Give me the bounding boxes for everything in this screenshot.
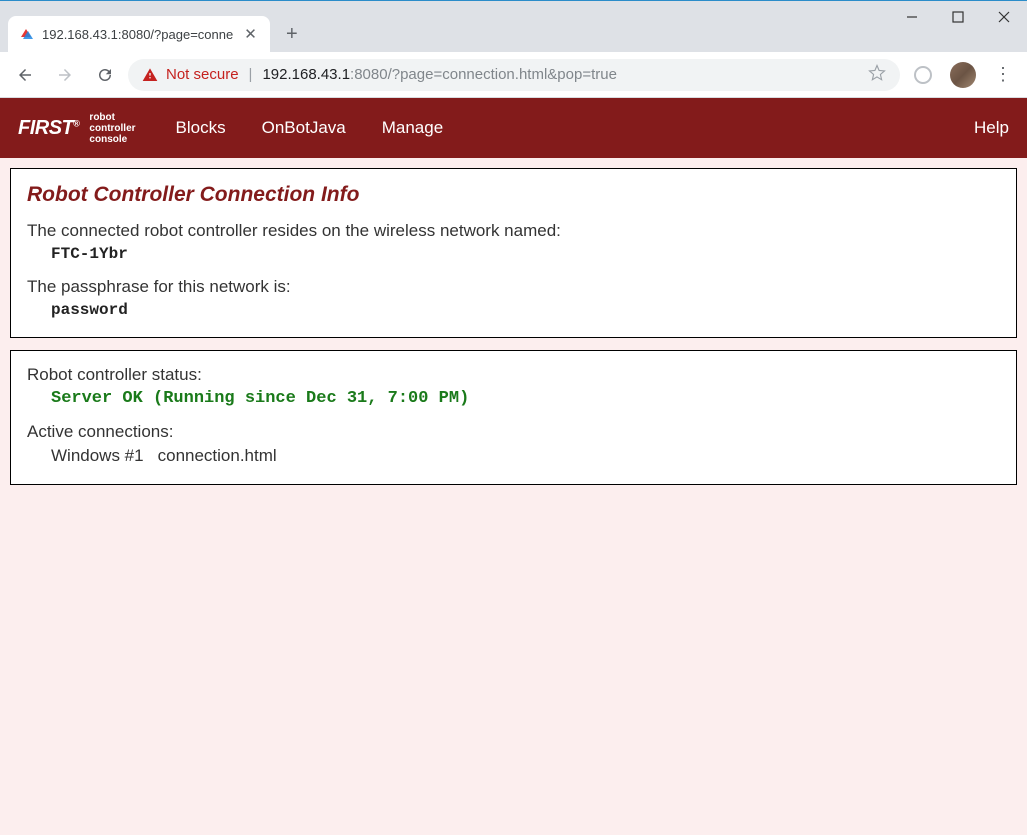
- reload-button[interactable]: [88, 58, 122, 92]
- logo-subtitle: robot controller console: [89, 112, 135, 145]
- tab-title: 192.168.43.1:8080/?page=conne: [42, 27, 233, 42]
- back-button[interactable]: [8, 58, 42, 92]
- minimize-button[interactable]: [889, 1, 935, 33]
- first-logo: FIRST®: [18, 117, 79, 140]
- warning-icon: [142, 67, 158, 83]
- tab-favicon: [18, 26, 34, 42]
- connection-page: connection.html: [158, 446, 277, 465]
- nav-help[interactable]: Help: [974, 118, 1009, 138]
- browser-menu-button[interactable]: ⋮: [986, 64, 1019, 85]
- status-label: Robot controller status:: [27, 365, 1000, 385]
- address-bar[interactable]: Not secure | 192.168.43.1:8080/?page=con…: [128, 59, 900, 91]
- panel-title: Robot Controller Connection Info: [27, 183, 1000, 207]
- passphrase-value: password: [51, 301, 1000, 319]
- browser-toolbar: Not secure | 192.168.43.1:8080/?page=con…: [0, 52, 1027, 98]
- network-name: FTC-1Ybr: [51, 245, 1000, 263]
- network-label: The connected robot controller resides o…: [27, 221, 1000, 241]
- not-secure-text: Not secure: [166, 66, 239, 83]
- browser-tab[interactable]: 192.168.43.1:8080/?page=conne ✕: [8, 16, 270, 52]
- new-tab-button[interactable]: +: [278, 20, 306, 48]
- nav-links: Blocks OnBotJava Manage: [176, 118, 444, 138]
- status-panel: Robot controller status: Server OK (Runn…: [10, 350, 1017, 485]
- active-connections-label: Active connections:: [27, 422, 1000, 442]
- profile-avatar[interactable]: [946, 58, 980, 92]
- status-value: Server OK (Running since Dec 31, 7:00 PM…: [51, 389, 1000, 408]
- window-controls: [889, 1, 1027, 33]
- connection-row: Windows #1 connection.html: [51, 446, 1000, 466]
- nav-manage[interactable]: Manage: [382, 118, 443, 138]
- connection-client: Windows #1: [51, 446, 144, 465]
- app-header: FIRST® robot controller console Blocks O…: [0, 98, 1027, 158]
- connection-info-panel: Robot Controller Connection Info The con…: [10, 168, 1017, 338]
- passphrase-label: The passphrase for this network is:: [27, 277, 1000, 297]
- url-divider: |: [249, 66, 253, 83]
- url-text: 192.168.43.1:8080/?page=connection.html&…: [262, 66, 616, 83]
- tab-close-icon[interactable]: ✕: [241, 25, 260, 43]
- close-window-button[interactable]: [981, 1, 1027, 33]
- forward-button[interactable]: [48, 58, 82, 92]
- browser-titlebar: 192.168.43.1:8080/?page=conne ✕ +: [0, 0, 1027, 52]
- nav-onbotjava[interactable]: OnBotJava: [262, 118, 346, 138]
- maximize-button[interactable]: [935, 1, 981, 33]
- bookmark-star-icon[interactable]: [868, 64, 886, 86]
- not-secure-badge: Not secure: [142, 66, 239, 83]
- nav-blocks[interactable]: Blocks: [176, 118, 226, 138]
- logo-block[interactable]: FIRST® robot controller console: [18, 112, 136, 145]
- app-body: Robot Controller Connection Info The con…: [0, 158, 1027, 835]
- extension-icon[interactable]: [906, 58, 940, 92]
